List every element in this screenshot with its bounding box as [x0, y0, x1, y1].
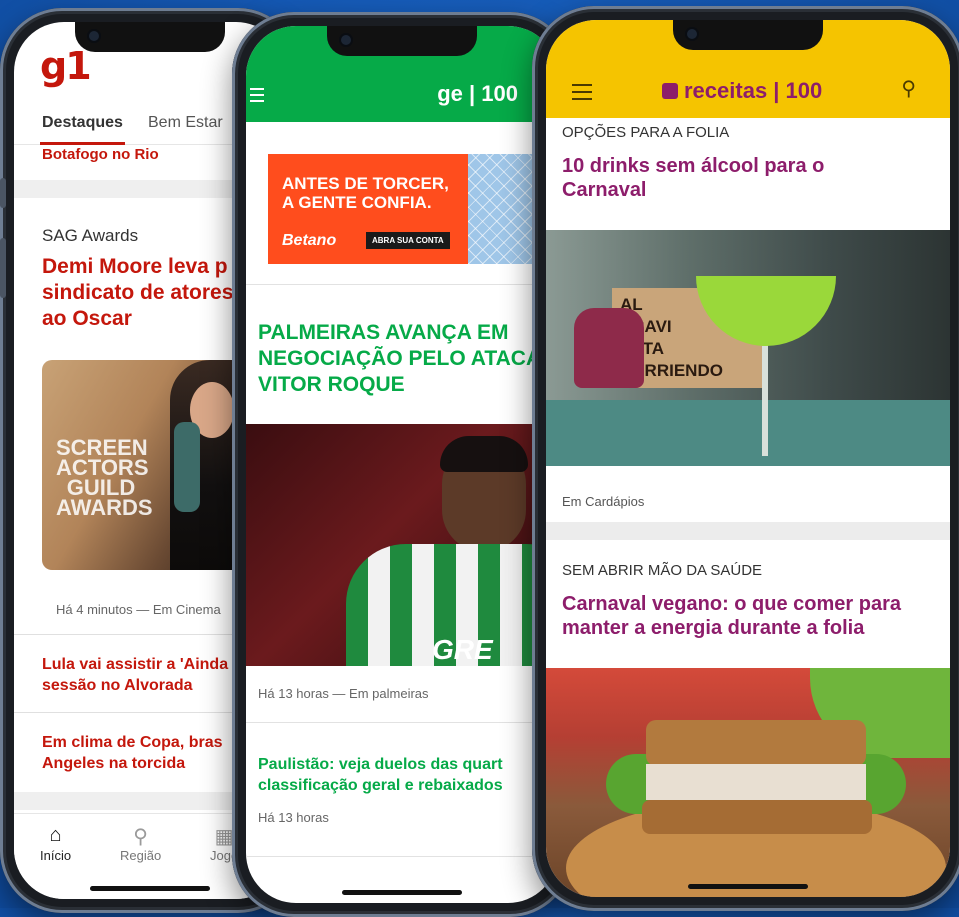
phone-ge: ge | 100 ANTES DE TORCER, A GENTE CONFIA… — [232, 12, 572, 917]
story-photo[interactable]: GRE — [246, 424, 558, 666]
sandwich-image[interactable] — [546, 668, 950, 897]
search-icon[interactable]: ⚲ — [901, 76, 916, 101]
story-headline[interactable]: Carnaval vegano: o que comer para manter… — [562, 592, 901, 640]
story-headline[interactable]: Paulistão: veja duelos das quart classif… — [258, 754, 503, 796]
ad-text-line: ANTES DE TORCER, — [282, 174, 449, 193]
story-headline[interactable]: 10 drinks sem álcool para o Carnaval — [562, 154, 824, 202]
image-counter — [546, 400, 950, 466]
story-fragment[interactable]: Botafogo no Rio — [42, 146, 159, 163]
receitas-logo[interactable]: receitas | 100 — [662, 78, 822, 104]
home-indicator — [688, 884, 808, 889]
headline-line: Carnaval vegano: o que comer para — [562, 593, 902, 615]
g1-logo[interactable]: g1 — [40, 44, 92, 88]
headline-line: 10 drinks sem álcool para o — [562, 155, 825, 177]
hamburger-menu-icon[interactable] — [572, 84, 592, 105]
nav-regiao[interactable]: ⚲ Região — [120, 824, 161, 863]
nav-inicio[interactable]: ⌂ Início — [40, 824, 71, 863]
image-filling — [646, 764, 866, 800]
headline-line: sindicato de atores — [42, 281, 234, 304]
image-caption-text: SCREEN ACTORS GUILD AWARDS — [56, 435, 153, 520]
headline-line: Lula vai assistir a 'Ainda — [42, 656, 229, 673]
divider — [246, 722, 558, 723]
image-mixer — [574, 308, 644, 388]
ad-text-line: A GENTE CONFIA. — [282, 193, 432, 212]
headline-line: Em clima de Copa, bras — [42, 734, 223, 751]
headline-line: NEGOCIAÇÃO PELO ATACA — [258, 347, 542, 370]
story-meta: Em Cardápios — [562, 494, 645, 509]
nav-label: Início — [40, 848, 72, 863]
image-glass-stem — [762, 346, 768, 456]
phone-receitas: receitas | 100 ⚲ OPÇÕES PARA A FOLIA 10 … — [532, 6, 959, 911]
ge-logo[interactable]: ge | 100 — [437, 81, 518, 107]
image-statuette — [174, 422, 200, 512]
story-headline[interactable]: Lula vai assistir a 'Ainda sessão no Alv… — [42, 654, 228, 696]
story-meta: Há 13 horas — [258, 810, 329, 825]
headline-line: Carnaval — [562, 179, 647, 201]
ge-screen: ge | 100 ANTES DE TORCER, A GENTE CONFIA… — [246, 26, 558, 903]
headline-line: manter a energia durante a folia — [562, 617, 865, 639]
notch — [673, 20, 823, 50]
home-indicator — [90, 886, 210, 891]
receitas-logo-text: receitas | 100 — [684, 78, 823, 103]
hamburger-menu-icon[interactable] — [250, 88, 264, 106]
headline-line: Angeles na torcida — [42, 755, 186, 772]
headline-line: sessão no Alvorada — [42, 677, 193, 694]
story-kicker: SEM ABRIR MÃO DA SAÚDE — [562, 562, 763, 579]
story-image[interactable]: SCREEN ACTORS GUILD AWARDS — [42, 360, 252, 570]
nav-label: Região — [120, 848, 162, 863]
headline-line: Demi Moore leva p — [42, 255, 228, 278]
divider — [546, 522, 950, 540]
section-label: SAG Awards — [42, 226, 139, 245]
ad-cta-button[interactable]: ABRA SUA CONTA — [366, 232, 450, 249]
notch — [75, 22, 225, 52]
divider — [246, 856, 558, 857]
headline-line: VITOR ROQUE — [258, 373, 405, 396]
story-kicker: OPÇÕES PARA A FOLIA — [562, 124, 730, 141]
headline-line: Paulistão: veja duelos das quart — [258, 756, 503, 773]
betano-ad-banner[interactable]: ANTES DE TORCER, A GENTE CONFIA. Betano … — [268, 154, 558, 264]
ad-brand: Betano — [282, 232, 337, 249]
volume-button — [0, 238, 6, 298]
notch — [327, 26, 477, 56]
story-headline[interactable]: Em clima de Copa, bras Angeles na torcid… — [42, 732, 223, 774]
photo-player-hair — [440, 436, 528, 472]
headline-line: PALMEIRAS AVANÇA EM — [258, 321, 509, 344]
map-pin-icon: ⚲ — [133, 826, 148, 848]
story-meta: Há 13 horas — Em palmeiras — [258, 686, 429, 701]
ad-text: ANTES DE TORCER, A GENTE CONFIA. — [282, 174, 449, 212]
receitas-screen: receitas | 100 ⚲ OPÇÕES PARA A FOLIA 10 … — [546, 20, 950, 897]
tab-bem-estar[interactable]: Bem Estar — [148, 114, 223, 132]
receitas-mark-icon — [662, 83, 678, 99]
tab-destaques[interactable]: Destaques — [40, 114, 125, 145]
camera-icon — [341, 35, 351, 45]
image-bread-bottom — [642, 800, 872, 834]
camera-icon — [687, 29, 697, 39]
camera-icon — [89, 31, 99, 41]
home-indicator — [342, 890, 462, 895]
divider — [246, 284, 558, 285]
story-meta: Há 4 minutos — Em Cinema — [56, 602, 221, 617]
drink-image[interactable]: AL ARAVI ESTA CURRIENDO — [546, 230, 950, 466]
photo-sponsor-text: GRE — [432, 634, 493, 665]
side-button — [0, 178, 6, 208]
home-icon: ⌂ — [49, 824, 62, 846]
headline-line: classificação geral e rebaixados — [258, 777, 503, 794]
headline[interactable]: PALMEIRAS AVANÇA EM NEGOCIAÇÃO PELO ATAC… — [258, 320, 558, 398]
headline[interactable]: Demi Moore leva p sindicato de atores ao… — [42, 254, 233, 332]
image-bread-top — [646, 720, 866, 766]
headline-line: ao Oscar — [42, 307, 132, 330]
